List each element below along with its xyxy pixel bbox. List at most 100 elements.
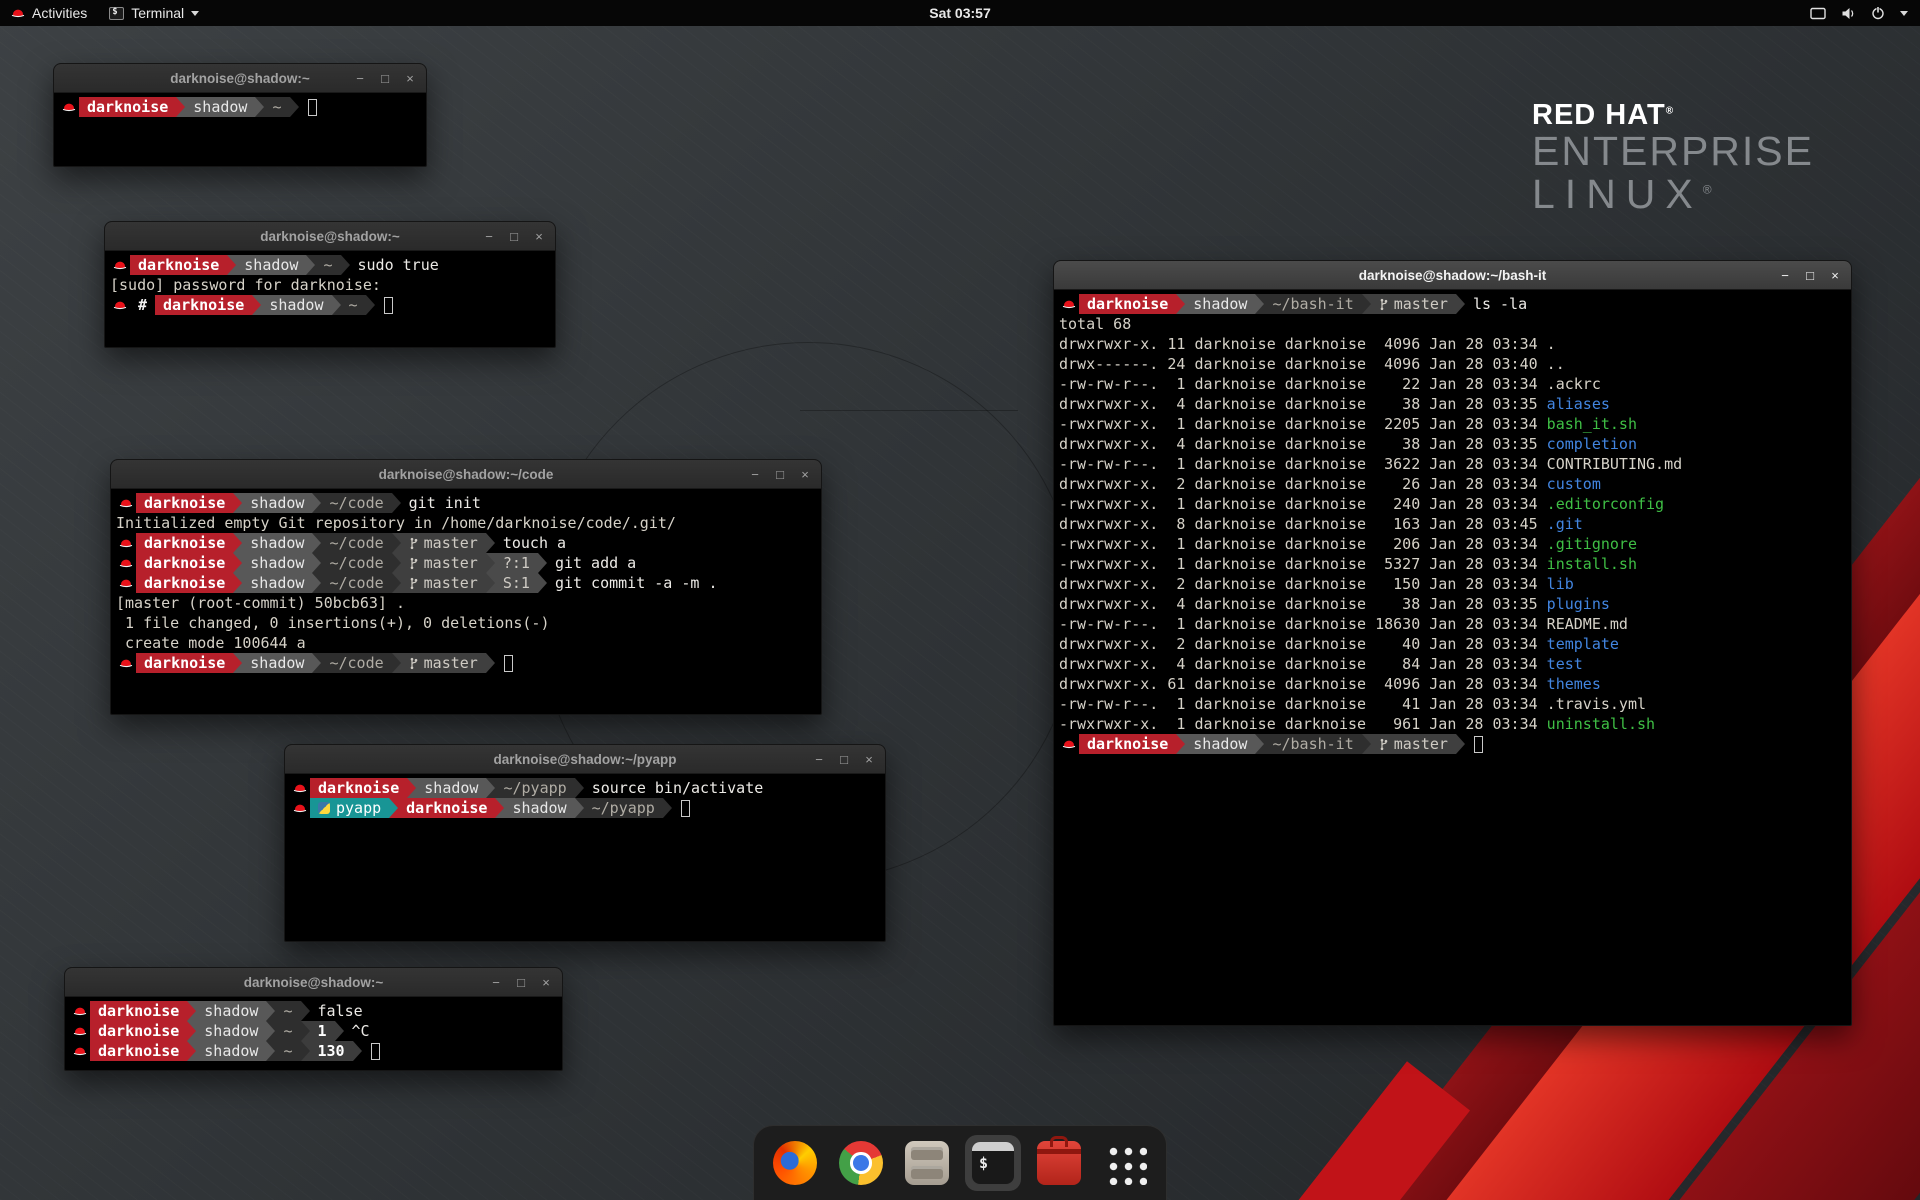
segment-arrow-icon [392,493,401,513]
window-controls: −□ × [1778,261,1842,289]
output-text: drwxrwxr-x. 4 darknoise darknoise 38 Jan… [1059,435,1547,453]
segment-arrow-icon [663,798,672,818]
terminal-content[interactable]: darknoiseshadow~falsedarknoiseshadow~1^C… [65,997,562,1070]
output-text: themes [1547,675,1601,693]
segment-arrow-icon [312,573,321,593]
segment-arrow-icon [538,573,547,593]
prompt-segment-user: darknoise [136,493,233,513]
close-button[interactable]: × [532,229,546,244]
close-button[interactable]: × [403,71,417,86]
terminal-window[interactable]: darknoise@shadow:~/pyapp−□×darknoiseshad… [284,744,886,942]
output-line: drwx------. 24 darknoise darknoise 4096 … [1059,354,1846,374]
minimize-button[interactable]: − [489,975,503,990]
dock [753,1125,1167,1200]
terminal-content[interactable]: darknoiseshadow~/codegit initInitialized… [111,489,821,714]
output-text: -rw-rw-r--. 1 darknoise darknoise 41 Jan… [1059,695,1547,713]
window-titlebar[interactable]: darknoise@shadow:~−□× [54,64,426,93]
segment-arrow-icon [187,1021,196,1041]
activities-button[interactable]: Activities [0,0,98,26]
close-button[interactable]: × [798,467,812,482]
output-text: [sudo] password for darknoise: [110,276,390,294]
output-text: [master (root-commit) 50bcb63] . [116,594,405,612]
minimize-button[interactable]: − [482,229,496,244]
app-menu-terminal[interactable]: Terminal [98,0,210,26]
terminal-cursor [1474,736,1483,753]
prompt-segment-user: darknoise [1079,294,1176,314]
dock-item-chrome[interactable] [833,1135,889,1191]
terminal-cursor [504,655,513,672]
output-text: create mode 100644 a [116,634,306,652]
terminal-window[interactable]: darknoise@shadow:~−□×darknoiseshadow~sud… [104,221,556,348]
dock-item-toolbox[interactable] [1031,1135,1087,1191]
output-line: drwxrwxr-x. 2 darknoise darknoise 26 Jan… [1059,474,1846,494]
prompt-segment-host: shadow [242,553,312,573]
terminal-window[interactable]: darknoise@shadow:~−□×darknoiseshadow~fal… [64,967,563,1071]
window-titlebar[interactable]: darknoise@shadow:~−□× [65,968,562,997]
window-titlebar[interactable]: darknoise@shadow:~/bash-it−□× [1054,261,1851,290]
prompt-segment-user: darknoise [136,653,233,673]
terminal-window[interactable]: darknoise@shadow:~/code−□×darknoiseshado… [110,459,822,715]
command-text: false [318,1002,363,1020]
segment-arrow-icon [266,1041,275,1061]
output-line: drwxrwxr-x. 4 darknoise darknoise 84 Jan… [1059,654,1846,674]
window-controls: −□ × [748,460,812,488]
window-titlebar[interactable]: darknoise@shadow:~−□× [105,222,555,251]
output-line: -rwxrwxr-x. 1 darknoise darknoise 5327 J… [1059,554,1846,574]
output-text: custom [1547,475,1601,493]
terminal-content[interactable]: darknoiseshadow~/bash-itmasterls -latota… [1054,290,1851,1025]
terminal-cursor [371,1043,380,1060]
output-text: drwx------. 24 darknoise darknoise 4096 … [1059,355,1547,373]
prompt-segment-venv: pyapp [310,798,389,818]
app-menu-label: Terminal [131,5,184,21]
command-text: git add a [555,554,636,572]
maximize-button[interactable]: □ [1803,268,1817,283]
minimize-button[interactable]: − [748,467,762,482]
clock[interactable]: Sat 03:57 [929,5,990,21]
window-controls: −□ × [353,64,417,92]
terminal-content[interactable]: darknoiseshadow~sudo true[sudo] password… [105,251,555,347]
dock-item-firefox[interactable] [767,1135,823,1191]
chrome-icon [839,1141,883,1185]
window-titlebar[interactable]: darknoise@shadow:~/code−□× [111,460,821,489]
segment-arrow-icon [312,653,321,673]
prompt-segment-path: ~ [315,255,340,275]
maximize-button[interactable]: □ [378,71,392,86]
terminal-cursor [308,99,317,116]
output-line: -rwxrwxr-x. 1 darknoise darknoise 240 Ja… [1059,494,1846,514]
maximize-button[interactable]: □ [837,752,851,767]
output-text: template [1547,635,1619,653]
close-button[interactable]: × [1828,268,1842,283]
close-button[interactable]: × [862,752,876,767]
redhat-icon [110,255,130,275]
terminal-content[interactable]: darknoiseshadow~ [54,93,426,166]
segment-arrow-icon [306,255,315,275]
output-text: total 68 [1059,315,1131,333]
terminal-cursor [384,297,393,314]
dock-item-terminal[interactable] [965,1135,1021,1191]
prompt-segment-user: darknoise [155,295,252,315]
terminal-window[interactable]: darknoise@shadow:~/bash-it−□×darknoisesh… [1053,260,1852,1026]
segment-arrow-icon [233,653,242,673]
prompt-segment-path: ~/code [321,573,391,593]
maximize-button[interactable]: □ [514,975,528,990]
minimize-button[interactable]: − [812,752,826,767]
prompt-line: darknoiseshadow~ [59,97,421,117]
minimize-button[interactable]: − [1778,268,1792,283]
window-titlebar[interactable]: darknoise@shadow:~/pyapp−□× [285,745,885,774]
segment-arrow-icon [187,1041,196,1061]
system-status-area[interactable] [1810,6,1920,20]
output-line: [master (root-commit) 50bcb63] . [116,593,816,613]
prompt-segment-git: master [1371,734,1456,754]
terminal-window[interactable]: darknoise@shadow:~−□×darknoiseshadow~ [53,63,427,167]
maximize-button[interactable]: □ [507,229,521,244]
command-text: git commit -a -m . [555,574,718,592]
prompt-segment-git: master [401,573,486,593]
prompt-line: darknoiseshadow~/codemaster?:1git add a [116,553,816,573]
dock-item-files[interactable] [899,1135,955,1191]
maximize-button[interactable]: □ [773,467,787,482]
prompt-segment-git: master [401,533,486,553]
terminal-content[interactable]: darknoiseshadow~/pyappsource bin/activat… [285,774,885,941]
minimize-button[interactable]: − [353,71,367,86]
dock-item-app-grid[interactable] [1097,1135,1153,1191]
close-button[interactable]: × [539,975,553,990]
